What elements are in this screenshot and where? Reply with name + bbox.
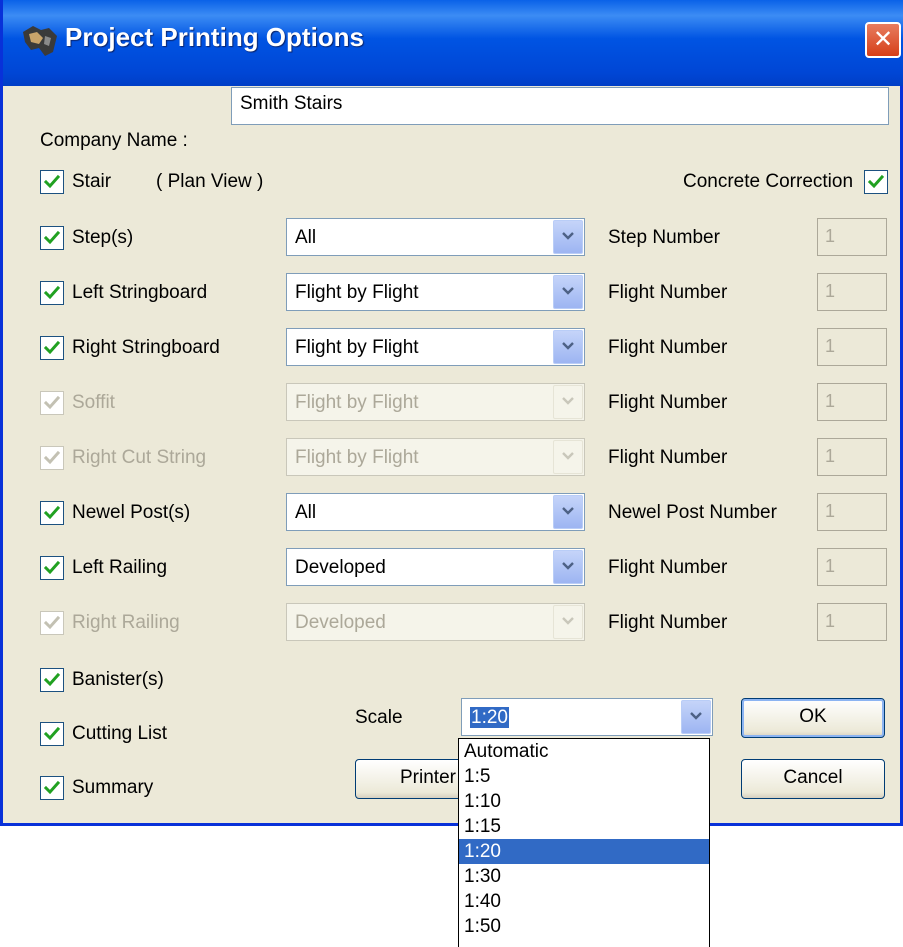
option-select[interactable]: All xyxy=(286,218,585,256)
number-label: Flight Number xyxy=(608,337,728,358)
option-checkbox[interactable] xyxy=(40,391,64,415)
option-label: Left Railing xyxy=(72,557,168,578)
option-checkbox[interactable] xyxy=(40,611,64,635)
option-select[interactable]: Developed xyxy=(286,603,585,641)
chevron-down-icon[interactable] xyxy=(553,605,583,639)
option-select-value: Flight by Flight xyxy=(295,392,419,413)
scale-label: Scale xyxy=(355,707,403,728)
close-button[interactable]: ✕ xyxy=(865,22,901,58)
extra-label: Cutting List xyxy=(72,723,168,744)
chevron-down-icon[interactable] xyxy=(553,550,583,584)
scale-option[interactable]: 1:10 xyxy=(459,789,709,814)
number-label: Flight Number xyxy=(608,447,728,468)
extra-label: Banister(s) xyxy=(72,669,164,690)
scale-option[interactable]: 1:5 xyxy=(459,764,709,789)
option-label: Left Stringboard xyxy=(72,282,208,303)
concrete-correction-checkbox[interactable] xyxy=(864,170,888,194)
chevron-down-icon[interactable] xyxy=(553,330,583,364)
company-name-input[interactable]: Smith Stairs xyxy=(231,87,889,125)
scale-value: 1:20 xyxy=(470,707,509,728)
chevron-down-icon[interactable] xyxy=(553,275,583,309)
option-select-value: All xyxy=(295,227,317,248)
number-field[interactable]: 1 xyxy=(817,603,887,641)
option-select-value: Flight by Flight xyxy=(295,337,419,358)
option-label: Step(s) xyxy=(72,227,134,248)
option-checkbox[interactable] xyxy=(40,556,64,580)
title-bar[interactable]: Project Printing Options ✕ xyxy=(3,0,903,86)
option-label: Newel Post(s) xyxy=(72,502,191,523)
scale-option[interactable]: 1:30 xyxy=(459,864,709,889)
stair-label: Stair xyxy=(72,171,112,192)
company-name-label: Company Name : xyxy=(40,130,188,151)
cancel-button[interactable]: Cancel xyxy=(741,759,885,799)
option-select[interactable]: All xyxy=(286,493,585,531)
option-select-value: Developed xyxy=(295,612,386,633)
scale-option[interactable]: 1:40 xyxy=(459,889,709,914)
company-name-value: Smith Stairs xyxy=(240,93,343,114)
option-checkbox[interactable] xyxy=(40,226,64,250)
scale-select[interactable]: 1:20 xyxy=(461,698,713,736)
concrete-correction-label: Concrete Correction xyxy=(683,171,854,192)
number-field[interactable]: 1 xyxy=(817,383,887,421)
option-checkbox[interactable] xyxy=(40,501,64,525)
option-select-value: Developed xyxy=(295,557,386,578)
number-label: Flight Number xyxy=(608,392,728,413)
option-label: Right Railing xyxy=(72,612,180,633)
number-label: Flight Number xyxy=(608,612,728,633)
option-select-value: Flight by Flight xyxy=(295,282,419,303)
option-checkbox[interactable] xyxy=(40,336,64,360)
option-label: Right Cut String xyxy=(72,447,207,468)
project-printing-options-dialog: Project Printing Options ✕ Company Name … xyxy=(0,0,903,826)
option-checkbox[interactable] xyxy=(40,446,64,470)
option-label: Right Stringboard xyxy=(72,337,220,358)
option-select[interactable]: Flight by Flight xyxy=(286,328,585,366)
plan-view-note: ( Plan View ) xyxy=(156,171,264,192)
number-label: Flight Number xyxy=(608,557,728,578)
number-field[interactable]: 1 xyxy=(817,218,887,256)
scale-option[interactable]: 1:20 xyxy=(459,839,709,864)
number-label: Step Number xyxy=(608,227,720,248)
option-checkbox[interactable] xyxy=(40,281,64,305)
number-label: Newel Post Number xyxy=(608,502,777,523)
number-field[interactable]: 1 xyxy=(817,328,887,366)
chevron-down-icon[interactable] xyxy=(553,495,583,529)
number-field[interactable]: 1 xyxy=(817,493,887,531)
extra-checkbox[interactable] xyxy=(40,668,64,692)
extra-checkbox[interactable] xyxy=(40,722,64,746)
chevron-down-icon[interactable] xyxy=(553,385,583,419)
number-field[interactable]: 1 xyxy=(817,438,887,476)
option-select[interactable]: Flight by Flight xyxy=(286,438,585,476)
chevron-down-icon[interactable] xyxy=(681,700,711,734)
number-field[interactable]: 1 xyxy=(817,548,887,586)
app-icon xyxy=(23,26,57,56)
option-select-value: Flight by Flight xyxy=(295,447,419,468)
window-title: Project Printing Options xyxy=(65,22,365,52)
chevron-down-icon[interactable] xyxy=(553,220,583,254)
scale-option[interactable]: 1:50 xyxy=(459,914,709,939)
option-select[interactable]: Developed xyxy=(286,548,585,586)
scale-option[interactable]: 1:15 xyxy=(459,814,709,839)
stair-checkbox[interactable] xyxy=(40,170,64,194)
option-select-value: All xyxy=(295,502,317,523)
scale-option[interactable]: Automatic xyxy=(459,739,709,764)
scale-options-list: Automatic 1:5 1:10 1:15 1:20 1:30 1:40 1:50 xyxy=(458,738,710,947)
extra-label: Summary xyxy=(72,777,154,798)
option-label: Soffit xyxy=(72,392,115,413)
number-label: Flight Number xyxy=(608,282,728,303)
ok-button[interactable]: OK xyxy=(741,698,885,738)
number-field[interactable]: 1 xyxy=(817,273,887,311)
option-select[interactable]: Flight by Flight xyxy=(286,383,585,421)
chevron-down-icon[interactable] xyxy=(553,440,583,474)
option-select[interactable]: Flight by Flight xyxy=(286,273,585,311)
close-icon: ✕ xyxy=(872,26,894,53)
extra-checkbox[interactable] xyxy=(40,776,64,800)
